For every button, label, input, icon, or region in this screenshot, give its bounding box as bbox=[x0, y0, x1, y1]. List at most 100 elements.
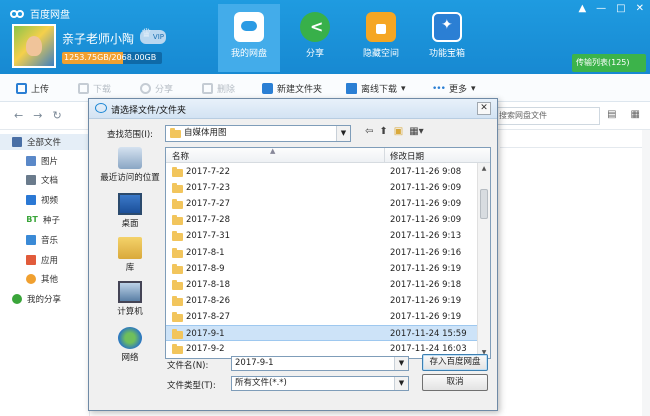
place-label: 网络 bbox=[121, 353, 139, 363]
file-list-row[interactable]: 2017-7-28 2017-11-26 9:09 bbox=[166, 212, 478, 228]
back-arrow-icon[interactable]: ← bbox=[14, 109, 23, 122]
cloud-icon bbox=[234, 12, 264, 42]
chevron-down-icon: ▾ bbox=[401, 83, 406, 94]
file-list-row[interactable]: 2017-7-23 2017-11-26 9:09 bbox=[166, 180, 478, 196]
toolbox-icon bbox=[432, 12, 462, 42]
place-network[interactable]: 网络 bbox=[97, 327, 163, 363]
sidebar-item-my-shares[interactable]: 我的分享 bbox=[12, 293, 61, 305]
sidebar-item-images[interactable]: 图片 bbox=[26, 155, 58, 167]
tab-share[interactable]: 分享 bbox=[284, 4, 346, 72]
column-name-header[interactable]: 名称 bbox=[172, 150, 189, 162]
column-divider[interactable] bbox=[384, 148, 385, 163]
grid-view-icon[interactable]: ▦ bbox=[631, 109, 640, 120]
chevron-down-icon[interactable]: ▼ bbox=[394, 377, 408, 390]
sidebar-item-torrents[interactable]: BT 种子 bbox=[26, 214, 60, 226]
list-view-icon[interactable]: ▤ bbox=[607, 109, 616, 120]
app-header: 百度网盘 亲子老师小陶 VIP 1253.75GB/2068.00GB 我的网盘… bbox=[0, 0, 650, 74]
file-list-row[interactable]: 2017-8-26 2017-11-26 9:19 bbox=[166, 293, 478, 309]
place-label: 最近访问的位置 bbox=[100, 173, 160, 183]
main-scrollbar[interactable] bbox=[642, 130, 650, 416]
forward-arrow-icon[interactable]: → bbox=[33, 109, 42, 122]
refresh-icon[interactable]: ↻ bbox=[52, 109, 61, 122]
minimize-button[interactable]: — bbox=[596, 3, 606, 14]
scroll-up-icon[interactable]: ▲ bbox=[478, 163, 490, 175]
bt-icon: BT bbox=[26, 215, 38, 224]
tab-my-cloud[interactable]: 我的网盘 bbox=[218, 4, 280, 72]
share-label: 分享 bbox=[155, 85, 174, 95]
sidebar-item-videos[interactable]: 视频 bbox=[26, 194, 58, 206]
trash-icon bbox=[202, 83, 213, 94]
place-desktop[interactable]: 桌面 bbox=[97, 193, 163, 229]
dialog-titlebar[interactable]: 请选择文件/文件夹 ✕ bbox=[89, 99, 497, 119]
baidu-cloud-logo-icon bbox=[10, 8, 26, 20]
chevron-down-icon[interactable]: ▼ bbox=[394, 357, 408, 370]
delete-button[interactable]: 删除 bbox=[202, 82, 235, 95]
sidebar-item-apps[interactable]: 应用 bbox=[26, 254, 58, 266]
file-date: 2017-11-26 9:19 bbox=[390, 295, 462, 306]
download-button[interactable]: 下载 bbox=[78, 82, 111, 95]
sidebar-item-label: 图片 bbox=[41, 157, 59, 167]
cancel-button[interactable]: 取消 bbox=[422, 374, 488, 391]
user-name[interactable]: 亲子老师小陶 bbox=[62, 30, 134, 47]
file-date: 2017-11-24 15:59 bbox=[390, 329, 467, 339]
file-date: 2017-11-26 9:09 bbox=[390, 215, 462, 226]
file-list-row[interactable]: 2017-8-18 2017-11-26 9:18 bbox=[166, 277, 478, 293]
filename-input[interactable]: 2017-9-1 ▼ bbox=[231, 356, 409, 371]
close-button[interactable]: ✕ bbox=[636, 3, 644, 14]
filename-value: 2017-9-1 bbox=[235, 358, 274, 368]
look-in-select[interactable]: 自媒体用图 ▼ bbox=[165, 125, 351, 142]
file-name: 2017-7-23 bbox=[186, 183, 230, 194]
offline-download-button[interactable]: 离线下载 ▾ bbox=[346, 82, 406, 95]
sidebar-item-music[interactable]: 音乐 bbox=[26, 234, 58, 246]
dialog-close-button[interactable]: ✕ bbox=[477, 102, 491, 115]
filetype-value: 所有文件(*.*) bbox=[235, 378, 287, 388]
file-name: 2017-8-26 bbox=[186, 295, 230, 306]
scroll-thumb[interactable] bbox=[480, 189, 488, 219]
upload-button[interactable]: 上传 bbox=[16, 82, 49, 95]
up-folder-icon[interactable]: ⬆ bbox=[379, 126, 387, 137]
file-list-row[interactable]: 2017-7-31 2017-11-26 9:13 bbox=[166, 228, 478, 244]
maximize-button[interactable]: □ bbox=[616, 3, 625, 14]
share-button[interactable]: 分享 bbox=[140, 82, 173, 95]
column-date-header[interactable]: 修改日期 bbox=[390, 150, 424, 162]
save-to-cloud-button[interactable]: 存入百度网盘 bbox=[422, 354, 488, 371]
file-list-row[interactable]: 2017-7-27 2017-11-26 9:09 bbox=[166, 196, 478, 212]
file-list-row[interactable]: 2017-8-1 2017-11-26 9:16 bbox=[166, 245, 478, 261]
filetype-select[interactable]: 所有文件(*.*) ▼ bbox=[231, 376, 409, 391]
other-icon bbox=[26, 274, 36, 284]
upload-label: 上传 bbox=[31, 85, 50, 95]
folder-icon bbox=[172, 329, 183, 339]
new-folder-button[interactable]: 新建文件夹 bbox=[262, 82, 322, 95]
file-date: 2017-11-26 9:09 bbox=[390, 183, 462, 194]
avatar[interactable] bbox=[12, 24, 56, 68]
tab-hidden-space[interactable]: 隐藏空间 bbox=[350, 4, 412, 72]
place-library[interactable]: 库 bbox=[97, 237, 163, 273]
view-menu-icon[interactable]: ▦▾ bbox=[409, 126, 423, 137]
file-name: 2017-9-2 bbox=[186, 344, 225, 355]
sidebar-item-label: 全部文件 bbox=[27, 138, 62, 148]
skin-icon[interactable]: ▲ bbox=[578, 3, 586, 14]
place-recent[interactable]: 最近访问的位置 bbox=[97, 147, 163, 183]
file-name: 2017-7-27 bbox=[186, 199, 230, 210]
search-input[interactable]: 搜索网盘文件 bbox=[494, 107, 600, 125]
folder-icon bbox=[170, 128, 181, 138]
folder-icon bbox=[172, 167, 183, 177]
sidebar-item-label: 应用 bbox=[41, 256, 59, 266]
vip-badge[interactable]: VIP bbox=[140, 26, 166, 44]
file-list-scrollbar[interactable]: ▲ ▼ bbox=[477, 163, 490, 358]
look-in-value: 自媒体用图 bbox=[184, 128, 227, 138]
file-list-row[interactable]: 2017-8-9 2017-11-26 9:19 bbox=[166, 261, 478, 277]
file-list-row[interactable]: 2017-9-1 2017-11-24 15:59 bbox=[166, 325, 478, 341]
place-computer[interactable]: 计算机 bbox=[97, 281, 163, 317]
file-list-row[interactable]: 2017-8-27 2017-11-26 9:19 bbox=[166, 309, 478, 325]
file-list-row[interactable]: 2017-7-22 2017-11-26 9:08 bbox=[166, 164, 478, 180]
more-button[interactable]: ••• 更多 ▾ bbox=[432, 82, 475, 96]
hdd-icon bbox=[12, 137, 22, 147]
sidebar-item-documents[interactable]: 文档 bbox=[26, 174, 58, 186]
sidebar-item-all-files[interactable]: 全部文件 bbox=[0, 134, 90, 150]
back-arrow-icon[interactable]: ⇦ bbox=[365, 126, 373, 137]
tab-toolbox[interactable]: 功能宝箱 bbox=[416, 4, 478, 72]
sidebar-item-other[interactable]: 其他 bbox=[26, 273, 58, 285]
transfer-list-button[interactable]: 传输列表(125) bbox=[572, 54, 646, 72]
new-folder-icon[interactable]: ▣ bbox=[394, 126, 403, 137]
